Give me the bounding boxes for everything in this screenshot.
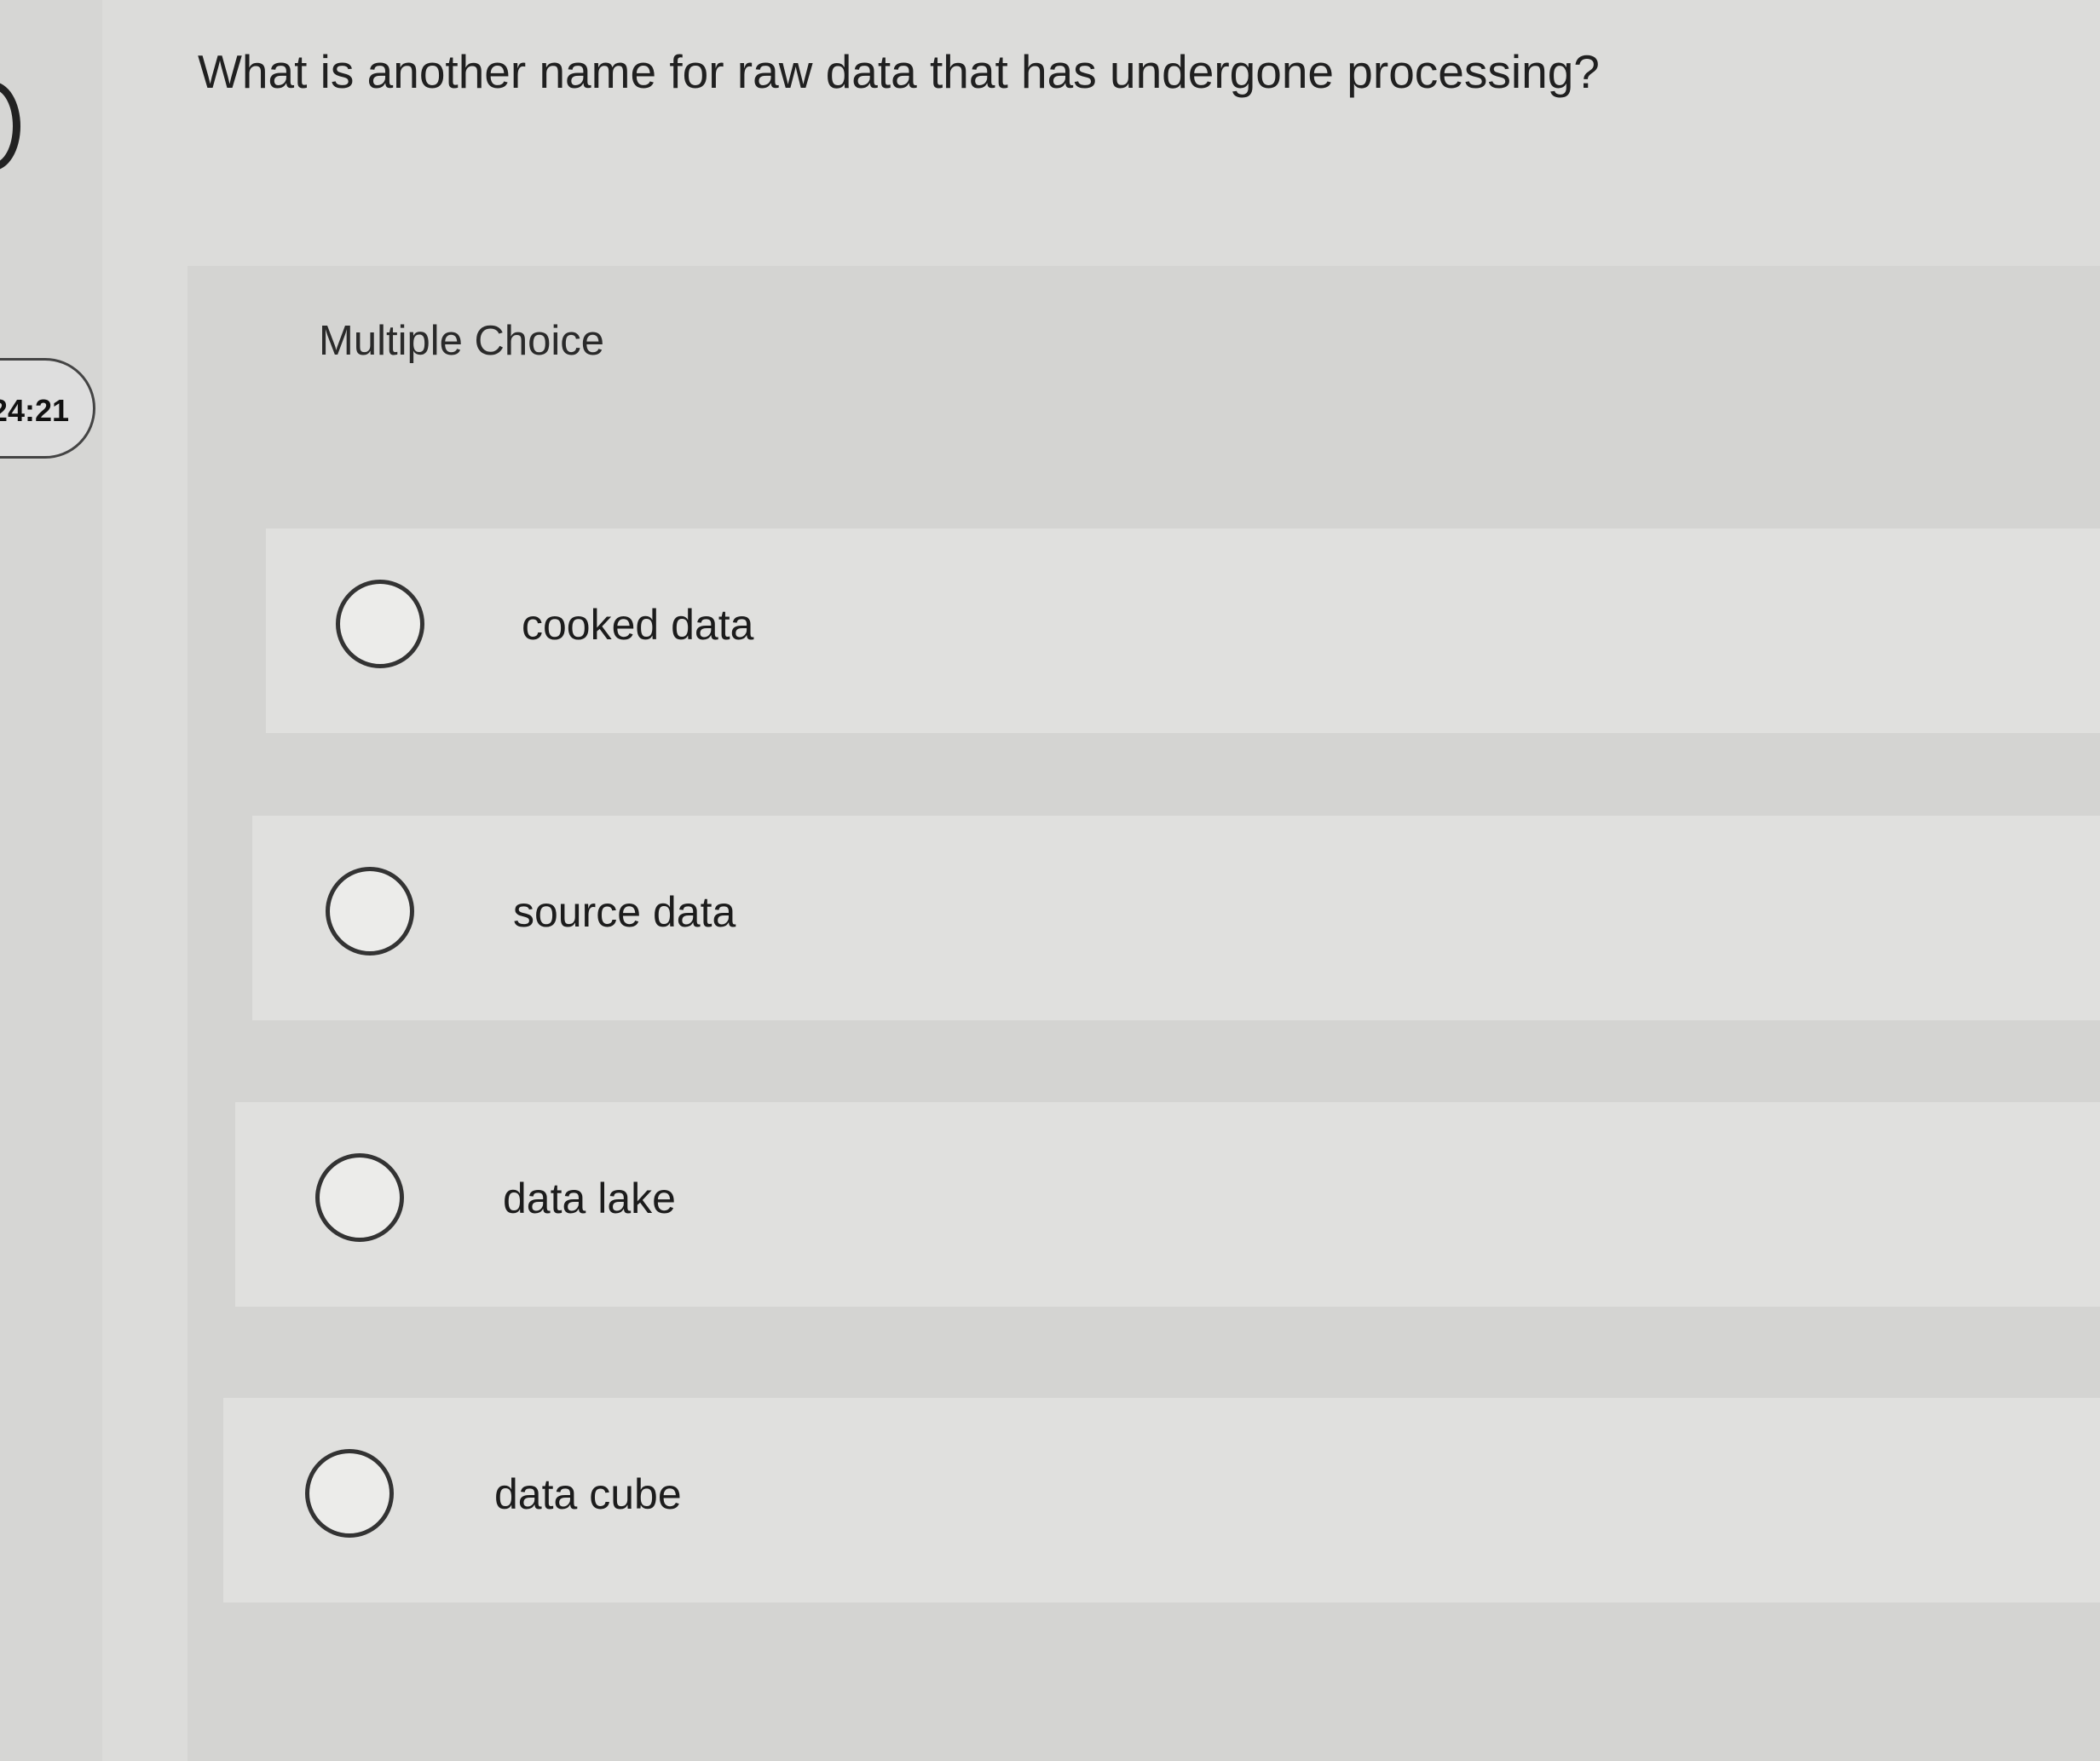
answer-option-label: source data <box>513 888 736 936</box>
left-rail: 24:21 <box>0 0 102 1761</box>
answer-option-label: cooked data <box>522 601 754 649</box>
answer-option-source-data[interactable]: source data <box>252 816 2100 1020</box>
answer-option-data-cube[interactable]: data cube <box>223 1398 2100 1602</box>
answer-option-cooked-data[interactable]: cooked data <box>266 528 2100 733</box>
timer-badge: 24:21 <box>0 358 95 459</box>
timer-text: 24:21 <box>0 393 69 428</box>
progress-ring-icon <box>0 82 20 170</box>
radio-button[interactable] <box>315 1153 404 1242</box>
question-type-label: Multiple Choice <box>319 318 604 364</box>
question-text: What is another name for raw data that h… <box>198 45 1600 98</box>
radio-button[interactable] <box>326 867 414 956</box>
answer-option-label: data cube <box>494 1470 682 1518</box>
answer-option-data-lake[interactable]: data lake <box>235 1102 2100 1307</box>
radio-button[interactable] <box>336 580 424 668</box>
radio-button[interactable] <box>305 1449 394 1538</box>
answer-option-label: data lake <box>503 1175 676 1222</box>
